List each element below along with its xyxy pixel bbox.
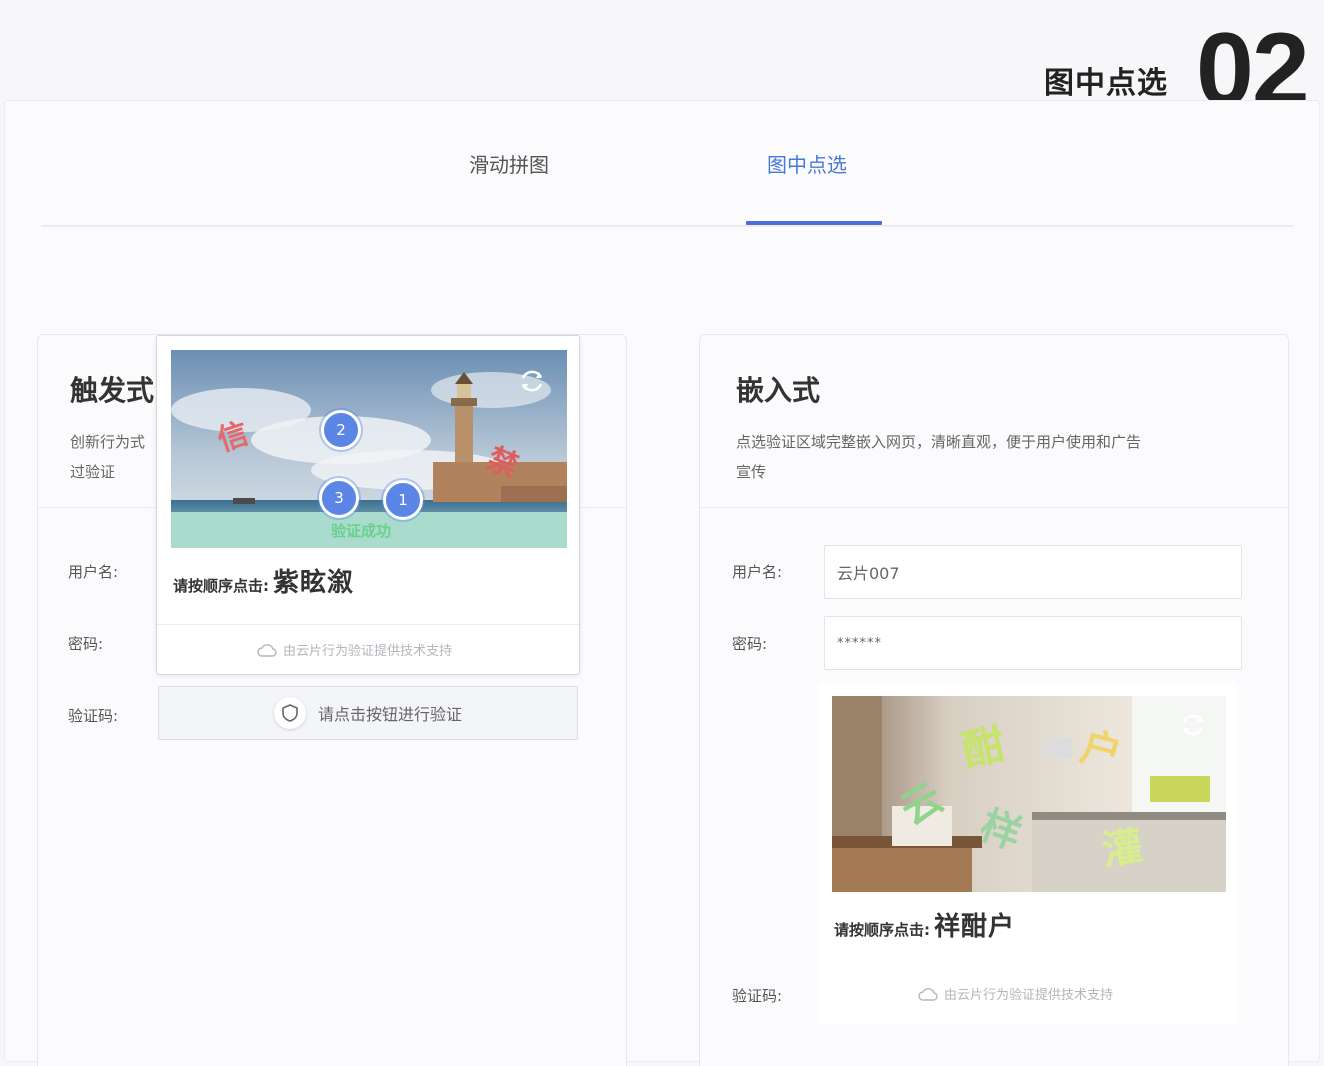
password-label: 密码: bbox=[68, 635, 104, 653]
tab-click-select[interactable]: 图中点选 bbox=[767, 149, 847, 178]
card-title: 嵌入式 bbox=[736, 374, 821, 407]
card-title: 触发式 bbox=[70, 374, 155, 407]
click-marker-3[interactable]: 3 bbox=[319, 478, 359, 518]
cloud-icon bbox=[918, 987, 938, 1001]
shield-icon bbox=[273, 697, 306, 729]
powered-by-text: 由云片行为验证提供技术支持 bbox=[944, 988, 1114, 1003]
tab-slide-puzzle[interactable]: 滑动拼图 bbox=[469, 149, 549, 178]
cloud-icon bbox=[257, 643, 277, 657]
password-input[interactable]: ****** bbox=[824, 616, 1242, 670]
click-hint: 请按顺序点击: 紫眩溆 bbox=[173, 562, 354, 599]
desc-line: 创新行为式 bbox=[70, 433, 146, 451]
captcha-image-lighthouse[interactable]: 信 禁 2 3 1 验证成功 bbox=[171, 350, 567, 548]
click-marker-2[interactable]: 2 bbox=[321, 410, 361, 450]
username-input[interactable]: 云片007 bbox=[824, 545, 1242, 599]
embedded-captcha: 酣 户 云 样 灌 请按顺序点击: 祥酣户 由云片行为验证提供技术支持 bbox=[818, 684, 1238, 1024]
captcha-label: 验证码: bbox=[732, 987, 783, 1005]
success-message: 验证成功 bbox=[331, 522, 392, 540]
divider bbox=[700, 507, 1288, 508]
powered-by: 由云片行为验证提供技术支持 bbox=[918, 984, 1113, 1003]
username-label: 用户名: bbox=[68, 563, 119, 581]
divider bbox=[157, 624, 579, 625]
hint-label: 请按顺序点击: bbox=[173, 577, 269, 595]
hint-label: 请按顺序点击: bbox=[834, 921, 930, 939]
username-label: 用户名: bbox=[732, 563, 783, 581]
hint-characters: 紫眩溆 bbox=[273, 568, 355, 598]
active-tab-indicator bbox=[746, 221, 882, 225]
hint-characters: 祥酣户 bbox=[934, 912, 1016, 942]
verify-button-label: 请点击按钮进行验证 bbox=[317, 705, 462, 724]
click-hint: 请按顺序点击: 祥酣户 bbox=[834, 906, 1015, 943]
scene-char: 灌 bbox=[1099, 823, 1146, 875]
password-label: 密码: bbox=[732, 635, 768, 653]
desc-line: 宣传 bbox=[736, 463, 767, 481]
powered-by-text: 由云片行为验证提供技术支持 bbox=[283, 644, 453, 659]
click-marker-1[interactable]: 1 bbox=[383, 480, 423, 520]
powered-by: 由云片行为验证提供技术支持 bbox=[257, 640, 452, 659]
captcha-image-kitchen[interactable]: 酣 户 云 样 灌 bbox=[832, 696, 1226, 892]
card-description: 点选验证区域完整嵌入网页，清晰直观，便于用户使用和广告 宣传 bbox=[736, 427, 1141, 487]
captcha-label: 验证码: bbox=[68, 707, 119, 725]
desc-line: 点选验证区域完整嵌入网页，清晰直观，便于用户使用和广告 bbox=[736, 433, 1142, 451]
card-description: 创新行为式 过验证 bbox=[70, 427, 145, 487]
section-title: 图中点选 bbox=[1044, 66, 1168, 101]
refresh-icon[interactable] bbox=[517, 366, 547, 396]
tab-bar: 滑动拼图 图中点选 bbox=[41, 101, 1293, 227]
kitchen-scene bbox=[832, 696, 1226, 892]
verify-button[interactable]: 请点击按钮进行验证 bbox=[158, 686, 578, 740]
desc-line: 过验证 bbox=[70, 463, 116, 481]
refresh-icon[interactable] bbox=[1178, 710, 1208, 740]
captcha-popup: 信 禁 2 3 1 验证成功 请按顺序点击: 紫眩溆 由云片行为验证提供技术支持 bbox=[156, 335, 580, 675]
